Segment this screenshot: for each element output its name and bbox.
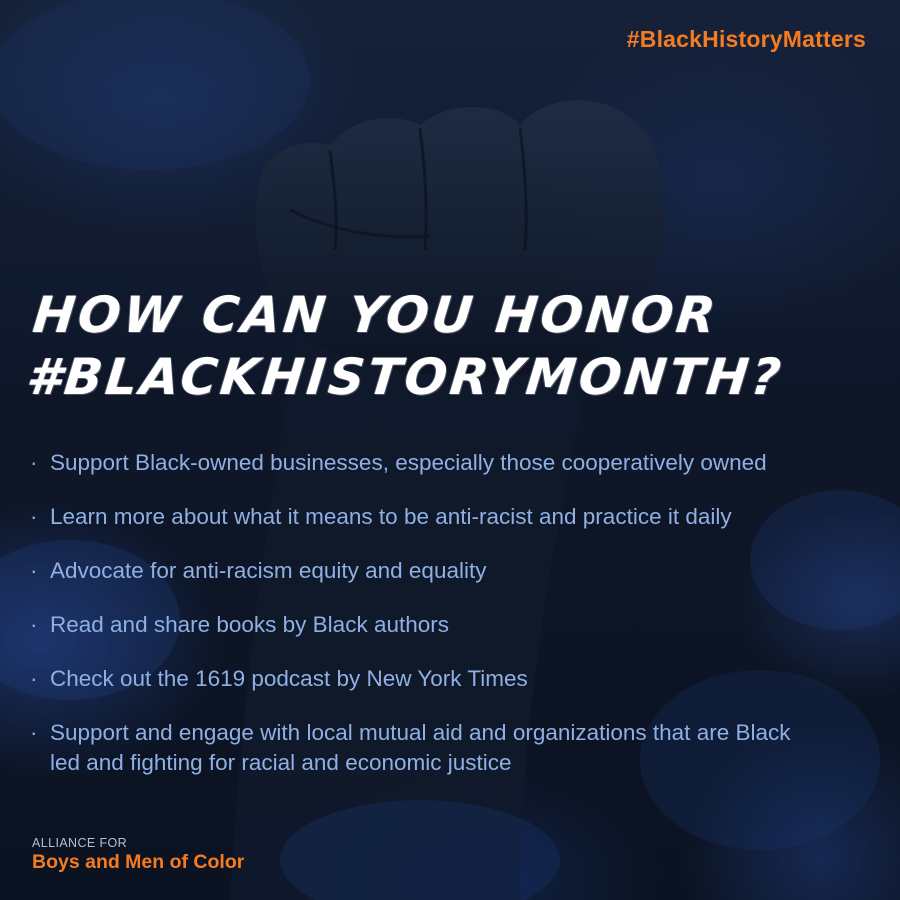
list-item: · Learn more about what it means to be a… bbox=[30, 502, 880, 532]
list-item-text: Read and share books by Black authors bbox=[50, 612, 449, 637]
organization-logo: ALLIANCE FOR Boys and Men of Color bbox=[32, 836, 244, 874]
list-item: · Check out the 1619 podcast by New York… bbox=[30, 664, 880, 694]
list-item: · Support Black-owned businesses, especi… bbox=[30, 448, 880, 478]
list-item-text: Advocate for anti-racism equity and equa… bbox=[50, 558, 487, 583]
list-item: · Advocate for anti-racism equity and eq… bbox=[30, 556, 880, 586]
bullet-dot-icon: · bbox=[30, 666, 38, 691]
bullet-dot-icon: · bbox=[30, 558, 38, 583]
list-item-text: Learn more about what it means to be ant… bbox=[50, 504, 732, 529]
list-item-text: Support and engage with local mutual aid… bbox=[50, 720, 791, 775]
bullet-dot-icon: · bbox=[30, 450, 38, 475]
bullet-dot-icon: · bbox=[30, 504, 38, 529]
headline-line-1: How Can You Honor bbox=[30, 286, 722, 344]
list-item-text: Support Black-owned businesses, especial… bbox=[50, 450, 767, 475]
bullet-dot-icon: · bbox=[30, 612, 38, 637]
logo-main-text: Boys and Men of Color bbox=[32, 851, 245, 873]
list-item: · Support and engage with local mutual a… bbox=[30, 718, 820, 778]
hashtag-label: #BlackHistoryMatters bbox=[626, 26, 866, 52]
logo-top-text: ALLIANCE FOR bbox=[32, 836, 128, 850]
tips-list: · Support Black-owned businesses, especi… bbox=[30, 448, 880, 802]
poster: #BlackHistoryMatters How Can You Honor #… bbox=[0, 0, 900, 900]
headline: How Can You Honor #BlackHistoryMonth? bbox=[23, 284, 876, 408]
list-item: · Read and share books by Black authors bbox=[30, 610, 880, 640]
list-item-text: Check out the 1619 podcast by New York T… bbox=[50, 666, 528, 691]
headline-line-2: #BlackHistoryMonth? bbox=[23, 348, 787, 406]
bullet-dot-icon: · bbox=[30, 720, 38, 745]
